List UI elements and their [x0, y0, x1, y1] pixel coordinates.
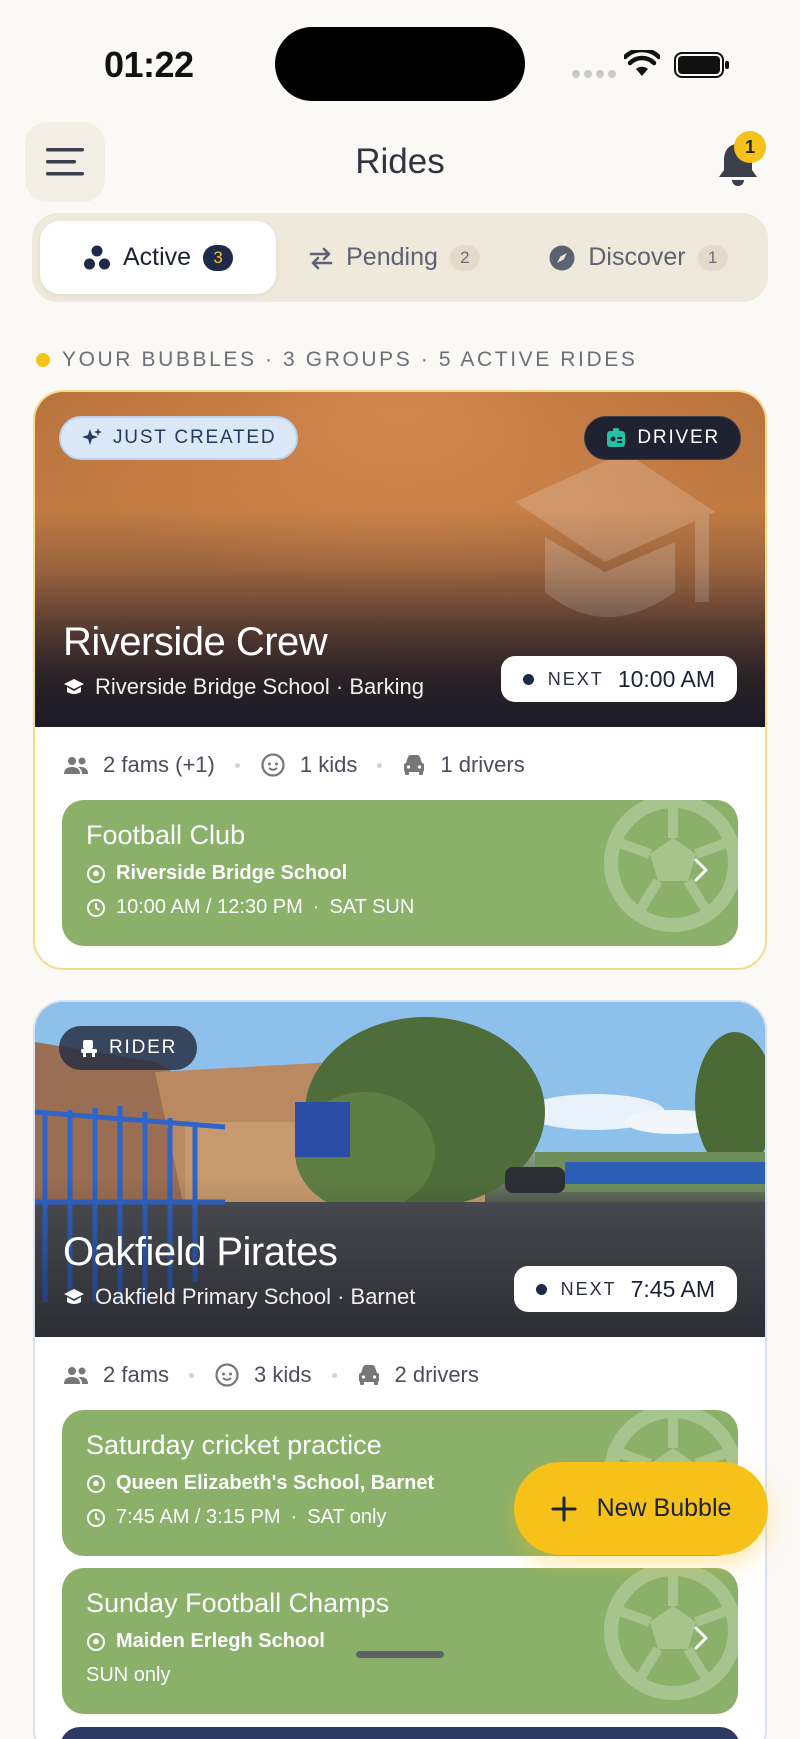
drivers-count: 1 drivers	[440, 752, 525, 777]
car-icon	[404, 755, 425, 775]
status-time: 01:22	[104, 44, 194, 85]
chevron-right-icon	[694, 1626, 708, 1650]
bubbles-icon	[83, 245, 110, 269]
ride-title: Saturday cricket practice	[86, 1430, 382, 1460]
tab-label: Discover	[588, 243, 686, 271]
next-time: 10:00 AM	[617, 665, 715, 692]
next-label: NEXT	[547, 668, 604, 689]
location-label: Maiden Erlegh School	[116, 1630, 325, 1652]
bubble-hero: RIDER Oakfield Pirates Oakfield Primary …	[35, 1002, 765, 1337]
compass-icon	[549, 245, 575, 270]
ride-title: Sunday Football Champs	[86, 1588, 390, 1618]
plus-icon	[551, 1496, 577, 1521]
chevron-right-icon	[694, 858, 708, 882]
kids-count: 3 kids	[254, 1362, 312, 1387]
bubble-name: Oakfield Pirates	[63, 1230, 338, 1274]
ride-title: Football Club	[86, 820, 246, 850]
car-icon	[358, 1365, 379, 1385]
tab-discover[interactable]: Discover 1	[518, 221, 758, 294]
kid-face-icon	[261, 753, 285, 777]
next-label: NEXT	[560, 1278, 617, 1299]
swap-icon	[309, 247, 333, 269]
ride-card[interactable]: Football Club Riverside Bridge School 10…	[62, 800, 738, 946]
next-ride-pill: NEXT 10:00 AM	[500, 656, 737, 702]
home-indicator[interactable]	[356, 1651, 444, 1658]
role-label: RIDER	[109, 1037, 178, 1058]
ride-days: SAT only	[307, 1506, 387, 1528]
soccer-ball-icon	[604, 1568, 738, 1700]
role-label: DRIVER	[637, 427, 720, 448]
soccer-ball-icon	[604, 800, 738, 932]
fab-label: New Bubble	[596, 1494, 732, 1522]
tab-count: 1	[697, 244, 728, 271]
tab-bar: Active 3 Pending 2 Discover 1	[32, 213, 768, 302]
just-created-badge: JUST CREATED	[59, 416, 299, 460]
ride-card[interactable]: Sunday Football Champs Maiden Erlegh Sch…	[62, 1568, 738, 1714]
tab-count: 3	[203, 244, 234, 271]
clock-icon	[87, 898, 105, 917]
school-icon	[64, 679, 84, 694]
badge-label: JUST CREATED	[113, 427, 277, 448]
bubble-stats: 2 fams (+1) 1 kids 1 drivers	[63, 752, 525, 778]
signal-icon	[572, 70, 616, 78]
tab-label: Active	[122, 243, 192, 271]
bubble-hero: JUST CREATED DRIVER Riverside Crew River…	[35, 392, 765, 727]
status-bar: 01:22	[0, 0, 800, 120]
drivers-count: 2 drivers	[394, 1362, 479, 1387]
ride-location: Riverside Bridge School	[86, 862, 347, 885]
soccer-icon	[87, 864, 105, 883]
bubble-school: Oakfield Primary School · Barnet	[63, 1284, 415, 1310]
school-icon	[64, 1289, 84, 1304]
soccer-icon	[87, 1474, 105, 1493]
ride-schedule: SUN only	[86, 1664, 170, 1687]
school-label: Riverside Bridge School · Barking	[95, 674, 424, 699]
id-badge-icon	[607, 428, 626, 447]
page-title: Rides	[355, 142, 445, 181]
sparkle-icon	[82, 428, 102, 445]
ride-location: Maiden Erlegh School	[86, 1630, 325, 1653]
families-count: 2 fams (+1)	[103, 752, 215, 777]
bubble-stats: 2 fams 3 kids 2 drivers	[63, 1362, 479, 1388]
notification-badge: 1	[734, 131, 766, 163]
battery-icon	[674, 52, 729, 78]
location-label: Queen Elizabeth's School, Barnet	[116, 1472, 435, 1494]
ride-schedule: 7:45 AM / 3:15 PM · SAT only	[86, 1506, 387, 1529]
families-icon	[64, 1367, 88, 1384]
tab-label: Pending	[346, 243, 438, 271]
new-bubble-button[interactable]: New Bubble	[514, 1462, 768, 1555]
families-icon	[64, 757, 88, 774]
role-badge: DRIVER	[584, 416, 741, 460]
status-dot	[36, 353, 50, 367]
bubble-card-peek	[60, 1727, 740, 1739]
kids-count: 1 kids	[299, 752, 358, 777]
seat-icon	[81, 1040, 97, 1057]
ride-schedule: 10:00 AM / 12:30 PM · SAT SUN	[86, 896, 414, 919]
clock-icon	[87, 1508, 105, 1527]
ride-times: 7:45 AM / 3:15 PM	[116, 1506, 281, 1528]
dynamic-island	[275, 27, 525, 101]
ride-days: SUN only	[86, 1664, 171, 1686]
ride-times: 10:00 AM / 12:30 PM	[116, 896, 303, 918]
ride-location: Queen Elizabeth's School, Barnet	[86, 1472, 434, 1495]
tab-count: 2	[449, 244, 480, 271]
role-badge: RIDER	[59, 1026, 198, 1070]
tab-active[interactable]: Active 3	[40, 221, 276, 294]
tab-pending[interactable]: Pending 2	[284, 221, 504, 294]
kid-face-icon	[215, 1363, 239, 1387]
soccer-icon	[87, 1632, 105, 1651]
location-label: Riverside Bridge School	[116, 862, 348, 884]
next-time: 7:45 AM	[630, 1275, 715, 1302]
school-label: Oakfield Primary School · Barnet	[95, 1284, 416, 1309]
bubble-card[interactable]: RIDER Oakfield Pirates Oakfield Primary …	[33, 1000, 767, 1739]
bubble-name: Riverside Crew	[63, 620, 328, 664]
families-count: 2 fams	[103, 1362, 170, 1387]
wifi-icon	[624, 50, 660, 76]
ride-days: SAT SUN	[329, 896, 415, 918]
bubble-card[interactable]: JUST CREATED DRIVER Riverside Crew River…	[33, 390, 767, 970]
section-label: YOUR BUBBLES · 3 GROUPS · 5 ACTIVE RIDES	[62, 348, 638, 371]
section-header: YOUR BUBBLES · 3 GROUPS · 5 ACTIVE RIDES	[36, 348, 637, 372]
next-ride-pill: NEXT 7:45 AM	[513, 1266, 737, 1312]
bubble-school: Riverside Bridge School · Barking	[63, 674, 424, 700]
